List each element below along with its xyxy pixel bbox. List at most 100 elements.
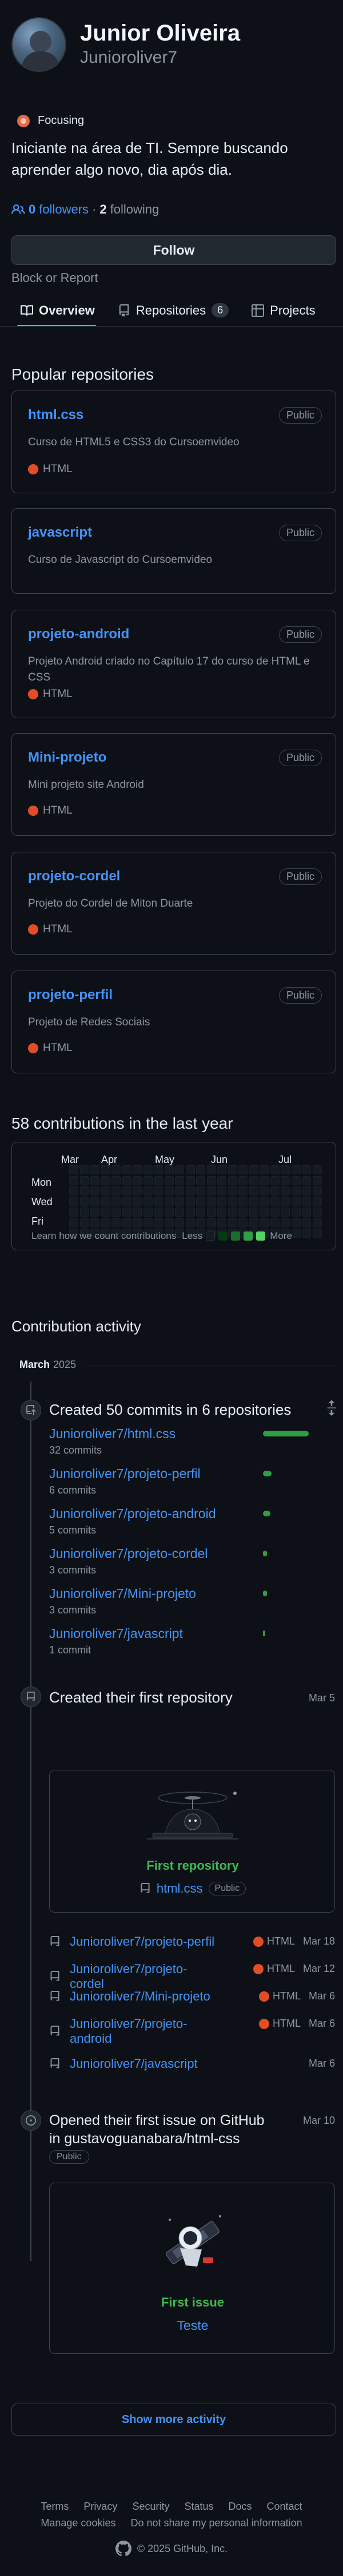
tab-overview[interactable]: Overview bbox=[0, 295, 106, 326]
contribution-day[interactable] bbox=[143, 1218, 153, 1227]
contribution-day[interactable] bbox=[185, 1208, 195, 1217]
contribution-day[interactable] bbox=[228, 1218, 237, 1227]
contribution-day[interactable] bbox=[133, 1165, 142, 1174]
footer-link-do-not-share[interactable]: Do not share my personal information bbox=[130, 2517, 302, 2529]
contribution-day[interactable] bbox=[175, 1176, 184, 1185]
contribution-day[interactable] bbox=[281, 1197, 290, 1206]
contribution-day[interactable] bbox=[270, 1218, 280, 1227]
block-report-link[interactable]: Block or Report bbox=[11, 271, 98, 285]
contribution-day[interactable] bbox=[206, 1208, 216, 1217]
contribution-day[interactable] bbox=[175, 1165, 184, 1174]
contribution-day[interactable] bbox=[217, 1218, 226, 1227]
contribution-day[interactable] bbox=[69, 1186, 78, 1196]
created-repo-link[interactable]: Junioroliver7/javascript bbox=[70, 2056, 198, 2071]
contribution-day[interactable] bbox=[206, 1186, 216, 1196]
contribution-day[interactable] bbox=[217, 1165, 226, 1174]
contribution-day[interactable] bbox=[154, 1186, 163, 1196]
commit-repo-link[interactable]: Junioroliver7/projeto-perfil bbox=[49, 1466, 201, 1482]
tab-projects[interactable]: Projects bbox=[240, 295, 326, 326]
contribution-day[interactable] bbox=[185, 1218, 195, 1227]
contribution-day[interactable] bbox=[238, 1218, 248, 1227]
contribution-day[interactable] bbox=[111, 1176, 121, 1185]
contribution-day[interactable] bbox=[302, 1208, 311, 1217]
contribution-day[interactable] bbox=[270, 1208, 280, 1217]
contribution-day[interactable] bbox=[185, 1165, 195, 1174]
contribution-day[interactable] bbox=[175, 1208, 184, 1217]
contribution-day[interactable] bbox=[122, 1208, 131, 1217]
contribution-day[interactable] bbox=[281, 1165, 290, 1174]
created-repo-link[interactable]: Junioroliver7/projeto-android bbox=[70, 2016, 221, 2046]
contribution-day[interactable] bbox=[249, 1186, 258, 1196]
contribution-day[interactable] bbox=[101, 1165, 110, 1174]
contribution-day[interactable] bbox=[260, 1208, 269, 1217]
github-logo-icon[interactable] bbox=[115, 2541, 131, 2557]
avatar[interactable] bbox=[11, 17, 66, 72]
contribution-day[interactable] bbox=[270, 1197, 280, 1206]
contribution-day[interactable] bbox=[122, 1218, 131, 1227]
contribution-day[interactable] bbox=[312, 1186, 322, 1196]
contribution-day[interactable] bbox=[260, 1186, 269, 1196]
contribution-day[interactable] bbox=[260, 1176, 269, 1185]
repo-link[interactable]: projeto-perfil bbox=[28, 987, 113, 1003]
contribution-day[interactable] bbox=[101, 1176, 110, 1185]
followers-link[interactable]: followers bbox=[39, 202, 89, 217]
footer-link-contact[interactable]: Contact bbox=[267, 2501, 302, 2513]
contribution-day[interactable] bbox=[228, 1197, 237, 1206]
contribution-day[interactable] bbox=[79, 1218, 89, 1227]
commit-repo-link[interactable]: Junioroliver7/projeto-cordel bbox=[49, 1546, 208, 1561]
contribution-day[interactable] bbox=[133, 1218, 142, 1227]
status-badge[interactable]: Focusing bbox=[17, 114, 84, 127]
first-repository-link[interactable]: html.css bbox=[157, 1881, 203, 1896]
contribution-day[interactable] bbox=[302, 1165, 311, 1174]
contribution-day[interactable] bbox=[206, 1218, 216, 1227]
commit-repo-link[interactable]: Junioroliver7/html.css bbox=[49, 1426, 176, 1442]
contribution-day[interactable] bbox=[143, 1197, 153, 1206]
contribution-day[interactable] bbox=[206, 1165, 216, 1174]
footer-link-privacy[interactable]: Privacy bbox=[83, 2501, 117, 2513]
contribution-day[interactable] bbox=[217, 1176, 226, 1185]
learn-contributions-link[interactable]: Learn how we count contributions bbox=[31, 1230, 176, 1242]
contribution-day[interactable] bbox=[228, 1208, 237, 1217]
contribution-day[interactable] bbox=[133, 1197, 142, 1206]
contribution-day[interactable] bbox=[249, 1165, 258, 1174]
contribution-day[interactable] bbox=[185, 1197, 195, 1206]
contribution-day[interactable] bbox=[217, 1186, 226, 1196]
commit-count[interactable]: 3 commits bbox=[49, 1604, 96, 1616]
contribution-day[interactable] bbox=[196, 1208, 205, 1217]
footer-link-status[interactable]: Status bbox=[184, 2501, 213, 2513]
contribution-day[interactable] bbox=[260, 1218, 269, 1227]
tab-repositories[interactable]: Repositories 6 bbox=[106, 295, 240, 326]
repo-link[interactable]: projeto-android bbox=[28, 626, 129, 642]
contribution-day[interactable] bbox=[164, 1218, 174, 1227]
contribution-day[interactable] bbox=[238, 1208, 248, 1217]
contribution-day[interactable] bbox=[111, 1218, 121, 1227]
contribution-day[interactable] bbox=[175, 1197, 184, 1206]
contribution-day[interactable] bbox=[101, 1197, 110, 1206]
contribution-day[interactable] bbox=[185, 1176, 195, 1185]
contribution-day[interactable] bbox=[238, 1165, 248, 1174]
created-repo-link[interactable]: Junioroliver7/projeto-perfil bbox=[70, 1934, 214, 1949]
contribution-day[interactable] bbox=[270, 1176, 280, 1185]
contribution-day[interactable] bbox=[196, 1176, 205, 1185]
contribution-day[interactable] bbox=[143, 1186, 153, 1196]
contribution-day[interactable] bbox=[133, 1186, 142, 1196]
contribution-day[interactable] bbox=[281, 1176, 290, 1185]
contribution-day[interactable] bbox=[122, 1186, 131, 1196]
commit-count[interactable]: 3 commits bbox=[49, 1564, 96, 1576]
contribution-day[interactable] bbox=[122, 1197, 131, 1206]
commit-count[interactable]: 5 commits bbox=[49, 1524, 96, 1536]
contribution-day[interactable] bbox=[238, 1186, 248, 1196]
contribution-day[interactable] bbox=[79, 1186, 89, 1196]
contribution-day[interactable] bbox=[154, 1208, 163, 1217]
contribution-day[interactable] bbox=[101, 1208, 110, 1217]
contribution-day[interactable] bbox=[312, 1197, 322, 1206]
contribution-day[interactable] bbox=[90, 1208, 99, 1217]
contribution-day[interactable] bbox=[291, 1165, 301, 1174]
contribution-day[interactable] bbox=[312, 1165, 322, 1174]
contribution-day[interactable] bbox=[122, 1165, 131, 1174]
contribution-day[interactable] bbox=[111, 1165, 121, 1174]
contribution-day[interactable] bbox=[164, 1197, 174, 1206]
contribution-day[interactable] bbox=[133, 1176, 142, 1185]
contribution-day[interactable] bbox=[312, 1208, 322, 1217]
contribution-day[interactable] bbox=[302, 1186, 311, 1196]
